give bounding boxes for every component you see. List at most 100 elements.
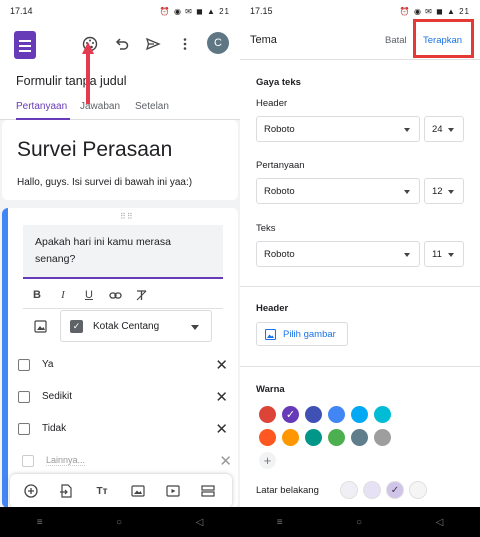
add-other-option[interactable]: Lainnya... ✕ xyxy=(16,452,240,472)
background-color-swatch[interactable] xyxy=(363,481,381,499)
color-swatch[interactable] xyxy=(374,406,391,423)
text-font-value: Roboto xyxy=(264,249,295,260)
theme-screen: 17.15 ⏰ ◉ ✉ ◼ ▲ 21 Tema Batal Terapkan G… xyxy=(240,0,480,537)
color-swatch[interactable] xyxy=(328,429,345,446)
option-item[interactable]: Sedikit ✕ xyxy=(12,388,236,408)
question-toolbar: Tт xyxy=(10,474,232,508)
add-image-icon[interactable] xyxy=(130,483,146,499)
form-title[interactable]: Formulir tanpa judul xyxy=(16,74,126,88)
option-item[interactable]: Ya ✕ xyxy=(12,356,236,376)
highlight-box xyxy=(413,19,474,58)
add-color-button[interactable]: + xyxy=(259,452,276,469)
question-size-select[interactable]: 12 xyxy=(424,178,464,204)
add-image-icon[interactable] xyxy=(34,320,47,338)
background-color-swatch[interactable]: ✓ xyxy=(386,481,404,499)
menu-nav-icon[interactable]: ≡ xyxy=(37,517,43,528)
home-nav-icon[interactable]: ○ xyxy=(116,517,122,528)
question-card: ⠿⠿ Apakah hari ini kamu merasa senang? B… xyxy=(2,208,238,508)
clear-format-icon[interactable] xyxy=(134,288,148,302)
italic-icon[interactable]: I xyxy=(56,288,70,302)
text-size-select[interactable]: 11 xyxy=(424,241,464,267)
section-title-color: Warna xyxy=(256,384,285,395)
survey-title[interactable]: Survei Perasaan xyxy=(17,138,172,162)
header-font-label: Header xyxy=(256,98,288,109)
question-type-label: Kotak Centang xyxy=(93,321,160,332)
undo-icon[interactable] xyxy=(112,34,132,54)
question-type-select[interactable]: ✓ Kotak Centang xyxy=(60,310,212,342)
home-nav-icon[interactable]: ○ xyxy=(356,517,362,528)
tab-questions[interactable]: Pertanyaan xyxy=(16,101,67,112)
remove-option-icon[interactable]: ✕ xyxy=(219,452,232,470)
remove-option-icon[interactable]: ✕ xyxy=(215,420,228,438)
color-swatch[interactable] xyxy=(351,406,368,423)
chevron-down-icon xyxy=(448,253,454,257)
header-font-select[interactable]: Roboto xyxy=(256,116,420,142)
remove-option-icon[interactable]: ✕ xyxy=(215,356,228,374)
chevron-down-icon xyxy=(404,253,410,257)
forms-logo-icon[interactable] xyxy=(14,31,36,59)
color-swatch[interactable] xyxy=(259,406,276,423)
question-font-label: Pertanyaan xyxy=(256,160,305,171)
tab-settings[interactable]: Setelan xyxy=(135,101,169,112)
background-color-swatch[interactable] xyxy=(340,481,358,499)
other-option-placeholder[interactable]: Lainnya... xyxy=(46,455,86,466)
status-icons: ⏰ ◉ ✉ ◼ ▲ 21 xyxy=(159,6,230,16)
option-label[interactable]: Tidak xyxy=(42,423,66,434)
remove-option-icon[interactable]: ✕ xyxy=(215,388,228,406)
send-icon[interactable] xyxy=(143,34,163,54)
question-size-value: 12 xyxy=(432,186,443,197)
form-tabs: Pertanyaan Jawaban Setelan xyxy=(0,99,240,120)
choose-image-label: Pilih gambar xyxy=(283,329,336,340)
status-time: 17.15 xyxy=(250,6,273,16)
choose-image-button[interactable]: Pilih gambar xyxy=(256,322,348,346)
color-swatch[interactable] xyxy=(259,429,276,446)
survey-description[interactable]: Hallo, guys. Isi survei di bawah ini yaa… xyxy=(17,177,192,188)
status-time: 17.14 xyxy=(10,6,33,16)
add-question-icon[interactable] xyxy=(23,483,39,499)
import-questions-icon[interactable] xyxy=(58,483,74,499)
bold-icon[interactable]: B xyxy=(30,288,44,302)
link-icon[interactable] xyxy=(108,288,122,302)
chevron-down-icon xyxy=(191,325,199,330)
underline-icon[interactable]: U xyxy=(82,288,96,302)
option-label[interactable]: Sedikit xyxy=(42,391,72,402)
back-nav-icon[interactable]: ◁ xyxy=(436,517,444,528)
section-title-text-style: Gaya teks xyxy=(256,77,301,88)
checkbox-icon xyxy=(22,455,34,467)
text-font-select[interactable]: Roboto xyxy=(256,241,420,267)
option-item[interactable]: Tidak ✕ xyxy=(12,420,236,440)
color-swatch[interactable] xyxy=(305,429,322,446)
checkbox-icon xyxy=(18,391,30,403)
color-swatch[interactable] xyxy=(305,406,322,423)
add-section-icon[interactable] xyxy=(200,483,216,499)
question-font-select[interactable]: Roboto xyxy=(256,178,420,204)
add-title-icon[interactable]: Tт xyxy=(94,483,110,499)
color-swatch[interactable] xyxy=(351,429,368,446)
color-swatch[interactable] xyxy=(374,429,391,446)
checkbox-icon: ✓ xyxy=(70,320,83,333)
divider xyxy=(240,286,480,287)
system-nav-bar: ≡ ○ ◁ xyxy=(0,507,240,537)
form-header: C Formulir tanpa judul Pertanyaan Jawaba… xyxy=(0,22,240,120)
form-title-card: Survei Perasaan Hallo, guys. Isi survei … xyxy=(2,120,238,200)
color-swatch[interactable]: ✓ xyxy=(282,406,299,423)
background-color-label: Latar belakang xyxy=(256,485,319,496)
more-options-icon[interactable] xyxy=(175,34,195,54)
avatar[interactable]: C xyxy=(207,32,229,54)
drag-handle-icon[interactable]: ⠿⠿ xyxy=(120,212,134,221)
back-nav-icon[interactable]: ◁ xyxy=(196,517,204,528)
cancel-button[interactable]: Batal xyxy=(385,35,407,46)
status-icons: ⏰ ◉ ✉ ◼ ▲ 21 xyxy=(399,6,470,16)
color-swatch[interactable] xyxy=(328,406,345,423)
add-video-icon[interactable] xyxy=(165,483,181,499)
header-size-select[interactable]: 24 xyxy=(424,116,464,142)
question-input[interactable]: Apakah hari ini kamu merasa senang? xyxy=(23,225,223,279)
background-color-swatch[interactable] xyxy=(409,481,427,499)
question-font-value: Roboto xyxy=(264,186,295,197)
menu-nav-icon[interactable]: ≡ xyxy=(277,517,283,528)
image-icon xyxy=(265,329,276,340)
status-bar: 17.14 ⏰ ◉ ✉ ◼ ▲ 21 xyxy=(0,0,240,22)
color-swatch[interactable] xyxy=(282,429,299,446)
option-label[interactable]: Ya xyxy=(42,359,54,370)
page-title: Tema xyxy=(250,34,277,46)
